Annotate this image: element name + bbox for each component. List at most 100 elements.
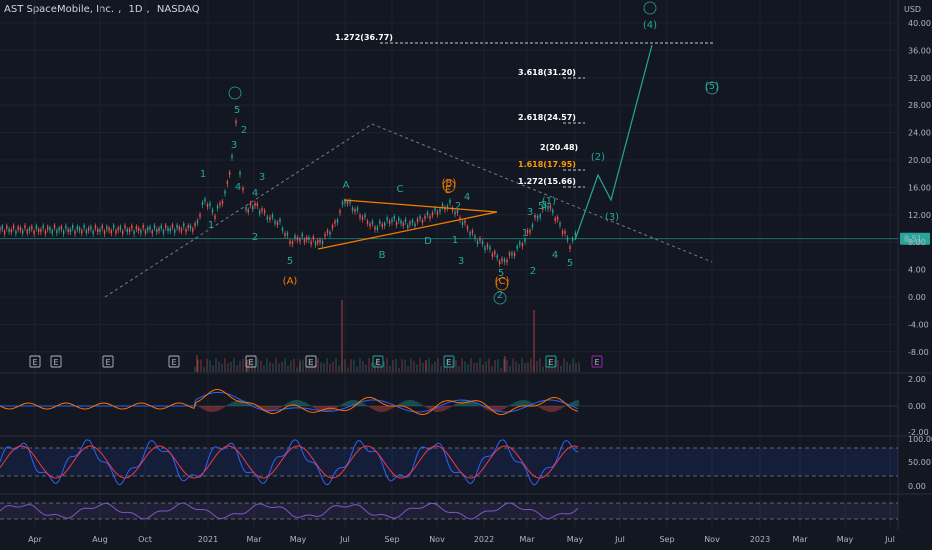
candle-body [263,210,266,214]
candle-body [37,228,40,232]
candle-body [384,223,386,227]
candle-body [299,238,301,242]
wave-label: 4 [552,250,558,261]
candle-body [199,213,201,217]
candle-body [226,181,229,185]
rsi-pane[interactable] [0,502,898,520]
candle-body [536,215,539,219]
wave-label: 2 [241,125,247,136]
candle-body [419,216,421,220]
candle-body [153,224,156,228]
candle-body [103,230,106,234]
candle-body [178,226,180,230]
candle-body [393,215,395,219]
candle-body [554,217,556,221]
candle-body [204,198,206,202]
candle-body [439,208,441,212]
candle-body [395,222,398,226]
candle-body [24,225,26,229]
candle-body [231,155,233,159]
candle-body [224,190,226,194]
candle-body [529,229,531,233]
earnings-marker-label: E [248,358,253,367]
candle-body [10,229,13,233]
candle-body [76,226,78,230]
candle-body [521,243,524,247]
candle-body [174,229,176,233]
candle-body [171,224,174,228]
candle-body [305,237,308,241]
candle-body [344,200,346,204]
stochastic-pane[interactable] [0,439,898,486]
macd-pane[interactable] [0,388,898,416]
wave-label: 1 [208,220,214,231]
candle-body [101,225,103,229]
candle-body [115,230,117,234]
candle-body [534,215,536,219]
wave-label: 2 [455,201,461,212]
macd-tick-label: 2.00 [908,375,926,384]
wave-label: (A) [283,276,298,287]
wave-labels: 1523412345(A)ABCDE(B)12345(C)2315(1)2345… [200,1,719,305]
candle-body [346,200,349,204]
candle-body [494,251,496,255]
candle-body [308,236,310,240]
candle-body [62,230,65,234]
candle-body [564,230,566,234]
candle-body [519,241,521,245]
candle-body [474,235,476,239]
wave-circle [228,86,242,100]
candle-body [137,227,140,231]
candle-body [8,228,10,232]
price-tick-label: 16.00 [908,183,931,192]
candle-body [42,225,44,229]
candle-body [341,201,344,205]
projection-path [574,44,653,241]
earnings-marker-label: E [105,358,110,367]
candle-body [441,203,444,207]
time-axis-label: Sep [384,535,399,544]
candle-body [379,220,381,224]
fib-level-label: 1.272(36.77) [335,33,393,42]
candle-body [1,226,3,230]
wave-label: 4 [235,182,241,193]
candle-body [351,207,354,211]
candle-body [566,237,569,241]
candle-body [388,220,391,224]
candle-body [3,230,6,234]
wave-label: (5) [705,81,719,92]
candle-body [281,227,284,231]
time-axis-label: Jul [339,535,350,544]
earnings-marker-label: E [53,358,58,367]
candle-body [276,221,279,225]
candle-body [531,224,534,228]
trendline [104,123,713,298]
candle-body [424,215,426,219]
candle-body [481,241,484,245]
candle-body [216,205,219,209]
candle-body [524,238,526,242]
candle-body [144,230,147,234]
candle-body [28,227,31,231]
candle-body [56,230,58,234]
candle-body [235,120,237,124]
candle-body [19,227,22,231]
candle-body [228,171,231,175]
time-axis-label: Mar [246,535,262,544]
candle-body [219,202,221,206]
candle-body [211,209,214,213]
candle-body [26,230,28,234]
wave-label: A [343,180,350,191]
time-axis-label: 2021 [198,535,218,544]
candle-body [160,225,162,229]
wave-label: 3 [527,207,533,218]
candle-body [284,232,286,236]
candle-body [194,223,196,227]
wave-label: 3 [259,172,265,183]
candle-body [539,214,541,218]
candle-body [552,209,554,213]
wave-label: 2 [530,266,536,277]
candle-body [571,237,574,241]
chart-canvas[interactable]: 8.511.272(36.77)3.618(31.20)2.618(24.57)… [0,0,932,550]
price-tick-label: 8.00 [908,238,926,247]
